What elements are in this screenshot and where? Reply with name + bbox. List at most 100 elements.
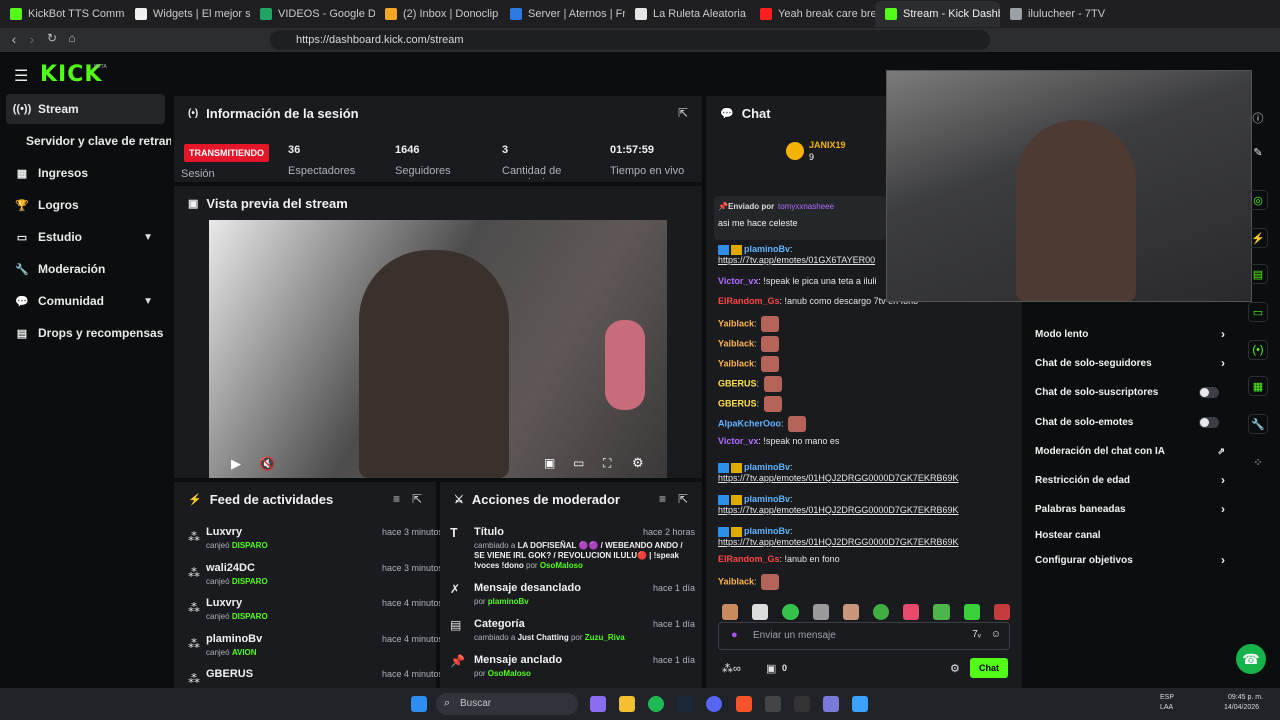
- gift-icon[interactable]: ▣: [766, 662, 776, 675]
- chat-setting-item[interactable]: Configurar objetivos ›: [1035, 550, 1225, 570]
- pinned-user[interactable]: tomyxxnasheee: [778, 202, 834, 211]
- chat-setting-item[interactable]: Restricción de edad ›: [1035, 470, 1225, 490]
- windows-start-icon[interactable]: [411, 696, 427, 712]
- chat-username[interactable]: GBERUS: [718, 398, 757, 408]
- chat-link[interactable]: https://7tv.app/emotes/01HQJ2DRGG0000D7G…: [718, 505, 958, 515]
- obs-icon[interactable]: [765, 696, 781, 712]
- sidebar-item-stream[interactable]: ((•)) Stream: [6, 94, 165, 124]
- top-user-name[interactable]: JANIX19: [809, 140, 846, 150]
- forward-icon[interactable]: ›: [22, 31, 42, 47]
- popout-icon[interactable]: ⇱: [678, 106, 688, 120]
- chat-username[interactable]: ElRandom_Gs: [718, 296, 780, 306]
- chat-username[interactable]: Yaiblack: [718, 338, 754, 348]
- mic-icon[interactable]: ●: [731, 629, 738, 641]
- help-chat-icon[interactable]: ☎: [1236, 644, 1266, 674]
- chat-username[interactable]: Victor_vx: [718, 276, 758, 286]
- browser-tab[interactable]: Yeah break care break (Fu: [750, 1, 875, 27]
- chat-username[interactable]: Yaiblack: [718, 358, 754, 368]
- mod-action-user[interactable]: Zuzu_Riva: [585, 633, 625, 642]
- gear-icon[interactable]: ⚙: [632, 455, 644, 471]
- emote-icon[interactable]: [842, 604, 860, 620]
- reload-icon[interactable]: ↻: [42, 31, 62, 45]
- chat-username[interactable]: GBERUS: [718, 378, 757, 388]
- chat-username[interactable]: AlpaKcherOoo: [718, 418, 781, 428]
- emote-icon[interactable]: [752, 604, 769, 620]
- chat-setting-item[interactable]: Hostear canal: [1035, 525, 1225, 545]
- sidebar-item-drops[interactable]: ▤ Drops y recompensas: [6, 318, 165, 348]
- send-chat-button[interactable]: Chat: [970, 658, 1008, 678]
- filter-icon[interactable]: ≡: [393, 492, 400, 506]
- chat-username[interactable]: plaminoBv: [744, 526, 790, 536]
- edit-icon[interactable]: ✎: [1248, 142, 1268, 162]
- toggle-switch[interactable]: [1199, 386, 1219, 398]
- emote-icon[interactable]: [722, 604, 739, 620]
- stream-video[interactable]: ▶ 🔇 ▣ ▭ ⛶ ⚙: [209, 220, 667, 478]
- sidebar-item-server-key[interactable]: Servidor y clave de retransmisión: [6, 126, 171, 156]
- popout-icon[interactable]: ⇱: [678, 492, 688, 506]
- browser-tab[interactable]: La Ruleta Aleatoria: [625, 1, 750, 27]
- users-icon[interactable]: ⁘: [1248, 452, 1268, 472]
- home-icon[interactable]: ⌂: [62, 31, 82, 45]
- url-input[interactable]: https://dashboard.kick.com/stream: [270, 30, 990, 50]
- feed-user[interactable]: GBERUS: [206, 668, 253, 680]
- chat-setting-item[interactable]: Chat de solo-seguidores ›: [1035, 353, 1225, 373]
- sidebar-item-moderacion[interactable]: 🔧 Moderación: [6, 254, 165, 284]
- emoji-icon[interactable]: ☺: [991, 629, 1001, 640]
- chat-username[interactable]: plaminoBv: [744, 244, 790, 254]
- chat-link[interactable]: https://7tv.app/emotes/01GX6TAYER00: [718, 255, 875, 265]
- back-icon[interactable]: ‹: [4, 31, 24, 47]
- chat-link[interactable]: https://7tv.app/emotes/01HQJ2DRGG0000D7G…: [718, 473, 958, 483]
- chat-setting-item[interactable]: Chat de solo-suscriptores: [1035, 382, 1225, 402]
- chat-setting-item[interactable]: Palabras baneadas ›: [1035, 499, 1225, 519]
- steam-icon[interactable]: [677, 696, 693, 712]
- browser-tab[interactable]: VIDEOS - Google Drive: [250, 1, 375, 27]
- browser-tab[interactable]: Stream - Kick Dashbo✕: [875, 1, 1000, 27]
- pip-icon[interactable]: ▣: [544, 456, 555, 470]
- browser-tab[interactable]: KickBot TTS Commands: [0, 1, 125, 27]
- browser-tab[interactable]: Server | Aternos | Free Mi: [500, 1, 625, 27]
- infinity-icon[interactable]: ⁂∞: [722, 662, 741, 675]
- theater-icon[interactable]: ▭: [573, 456, 584, 470]
- info-icon[interactable]: ⓘ: [1248, 108, 1268, 128]
- feed-user[interactable]: plaminoBv: [206, 633, 262, 645]
- toggle-switch[interactable]: [1199, 416, 1219, 428]
- sidebar-item-estudio[interactable]: ▭ Estudio ▼: [6, 222, 165, 252]
- popout-icon[interactable]: ⇱: [412, 492, 422, 506]
- feed-user[interactable]: Luxvry: [206, 526, 242, 538]
- emote-icon[interactable]: [903, 604, 920, 620]
- filter-icon[interactable]: ≡: [659, 492, 666, 506]
- browser-tab[interactable]: Widgets | El mejor softw: [125, 1, 250, 27]
- sidebar-item-logros[interactable]: 🏆 Logros: [6, 190, 165, 220]
- notepad-icon[interactable]: [852, 696, 868, 712]
- play-icon[interactable]: ▶: [231, 456, 241, 472]
- chat-username[interactable]: plaminoBv: [744, 494, 790, 504]
- language-indicator[interactable]: ESP: [1160, 694, 1174, 701]
- fullscreen-icon[interactable]: ⛶: [603, 456, 611, 471]
- chat-username[interactable]: Victor_vx: [718, 436, 758, 446]
- chat-username[interactable]: Yaiblack: [718, 318, 754, 328]
- app-icon[interactable]: [823, 696, 839, 712]
- folder-icon[interactable]: [619, 696, 635, 712]
- emote-icon[interactable]: [782, 604, 799, 620]
- 7tv-icon[interactable]: 7ᵥ: [972, 629, 981, 640]
- spotify-icon[interactable]: [648, 696, 664, 712]
- taskbar-search[interactable]: ⌕ Buscar: [436, 693, 578, 715]
- brave-icon[interactable]: [736, 696, 752, 712]
- wrench-icon[interactable]: 🔧: [1248, 414, 1268, 434]
- discord-icon[interactable]: [706, 696, 722, 712]
- app-icon[interactable]: [794, 696, 810, 712]
- feed-user[interactable]: Luxvry: [206, 597, 242, 609]
- chat-setting-item[interactable]: Moderación del chat con IA ⇗: [1035, 441, 1225, 461]
- emote-icon[interactable]: [812, 604, 829, 620]
- file-icon[interactable]: ▤: [1248, 264, 1268, 284]
- chat-icon[interactable]: ▭: [1248, 302, 1268, 322]
- menu-icon[interactable]: ☰: [14, 66, 28, 86]
- chat-username[interactable]: Yaiblack: [718, 576, 754, 586]
- target-icon[interactable]: ◎: [1248, 190, 1268, 210]
- copilot-icon[interactable]: [590, 696, 606, 712]
- chat-setting-item[interactable]: Chat de solo-emotes: [1035, 412, 1225, 432]
- chat-link[interactable]: https://7tv.app/emotes/01HQJ2DRGG0000D7G…: [718, 537, 958, 547]
- mute-icon[interactable]: 🔇: [259, 456, 275, 472]
- chat-username[interactable]: ElRandom_Gs: [718, 554, 780, 564]
- clock-time[interactable]: 09:45 p. m.: [1228, 694, 1263, 701]
